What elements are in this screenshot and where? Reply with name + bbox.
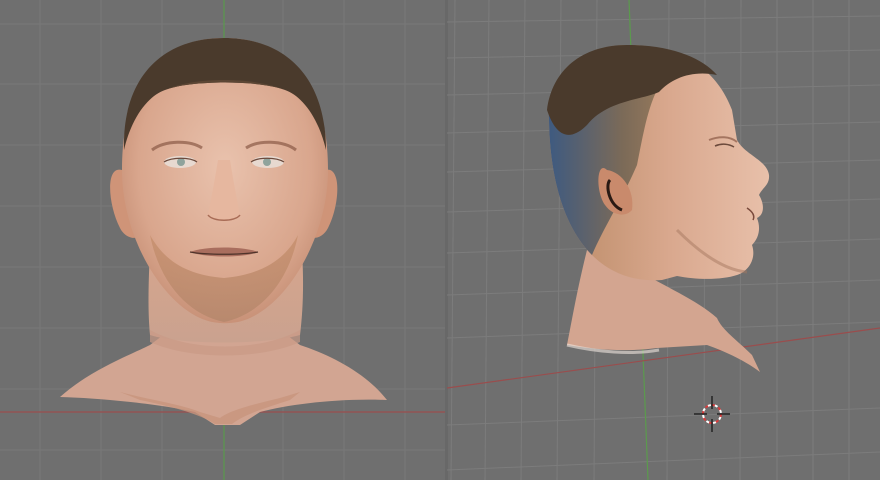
blender-window [0, 0, 880, 480]
head-mesh-side[interactable] [547, 45, 770, 372]
3d-cursor-icon[interactable] [694, 396, 730, 432]
head-mesh-front[interactable] [60, 38, 387, 425]
viewport-side[interactable] [447, 0, 880, 480]
viewport-front[interactable] [0, 0, 447, 480]
viewport-side-canvas[interactable] [447, 0, 880, 480]
viewport-front-canvas[interactable] [0, 0, 447, 480]
